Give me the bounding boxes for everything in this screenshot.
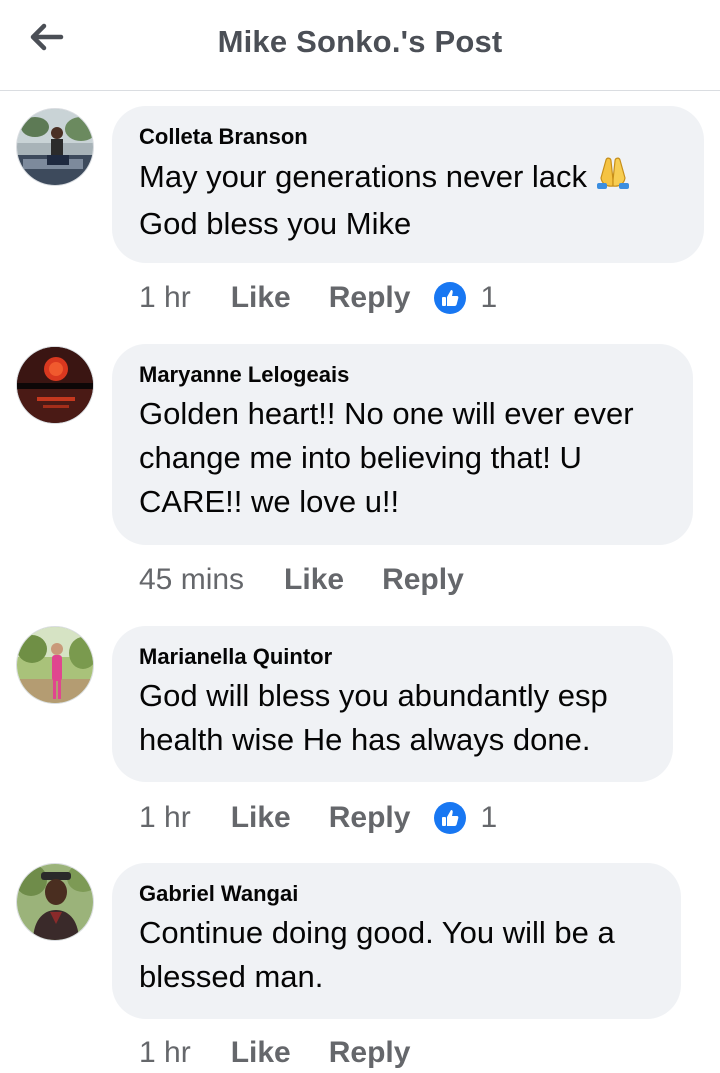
page-title: Mike Sonko.'s Post	[217, 24, 503, 59]
comment-author[interactable]: Colleta Branson	[139, 124, 678, 150]
comment-line: change me into believing that! U	[139, 440, 582, 475]
comment-author[interactable]: Gabriel Wangai	[139, 881, 655, 907]
comment-line: CARE!! we love u!!	[139, 484, 400, 519]
comment-bubble: Gabriel Wangai Continue doing good. You …	[112, 863, 681, 1019]
comment-actions: 45 mins Like Reply	[139, 560, 464, 600]
comment-bubble: Colleta Branson May your generations nev…	[112, 106, 704, 263]
comment-line: God will bless you abundantly esp	[139, 678, 608, 713]
reply-button[interactable]: Reply	[382, 563, 464, 597]
comment-timestamp: 1 hr	[139, 801, 191, 834]
comment-actions: 1 hr Like Reply 1	[139, 278, 497, 318]
comment-text: Continue doing good. You will be a bless…	[139, 911, 655, 999]
reaction-summary[interactable]: 1	[434, 281, 497, 315]
comment-bubble: Maryanne Lelogeais Golden heart!! No one…	[112, 344, 693, 545]
comment-actions: 1 hr Like Reply	[139, 1033, 410, 1073]
reaction-count: 1	[480, 281, 498, 314]
reply-button[interactable]: Reply	[329, 801, 411, 835]
comment-timestamp: 1 hr	[139, 281, 191, 314]
avatar[interactable]	[16, 346, 94, 424]
comment-line: blessed man.	[139, 959, 324, 994]
folded-hands-icon	[593, 154, 633, 202]
comment-text: God will bless you abundantly esp health…	[139, 674, 647, 762]
comment-text: May your generations never lack God bles…	[139, 154, 678, 246]
comment-author[interactable]: Marianella Quintor	[139, 644, 647, 670]
comment-bubble: Marianella Quintor God will bless you ab…	[112, 626, 673, 782]
avatar[interactable]	[16, 863, 94, 941]
comment-line: Continue doing good. You will be a	[139, 915, 615, 950]
reply-button[interactable]: Reply	[329, 281, 411, 315]
comment-line: May your generations never lack	[139, 159, 588, 194]
avatar[interactable]	[16, 626, 94, 704]
comment-line: health wise He has always done.	[139, 722, 591, 757]
thumbs-up-icon	[434, 282, 467, 314]
like-button[interactable]: Like	[284, 563, 344, 597]
comment-text: Golden heart!! No one will ever ever cha…	[139, 392, 667, 524]
comment-actions: 1 hr Like Reply 1	[139, 798, 497, 838]
comment-line: Golden heart!! No one will ever ever	[139, 396, 634, 431]
comment-author[interactable]: Maryanne Lelogeais	[139, 362, 667, 388]
comment-timestamp: 45 mins	[139, 563, 245, 596]
reaction-summary[interactable]: 1	[434, 801, 497, 835]
comment-line: God bless you Mike	[139, 206, 412, 241]
avatar[interactable]	[16, 108, 94, 186]
like-button[interactable]: Like	[231, 281, 291, 315]
post-header: Mike Sonko.'s Post	[0, 0, 720, 91]
thumbs-up-icon	[434, 802, 467, 834]
like-button[interactable]: Like	[231, 801, 291, 835]
reaction-count: 1	[480, 801, 498, 834]
